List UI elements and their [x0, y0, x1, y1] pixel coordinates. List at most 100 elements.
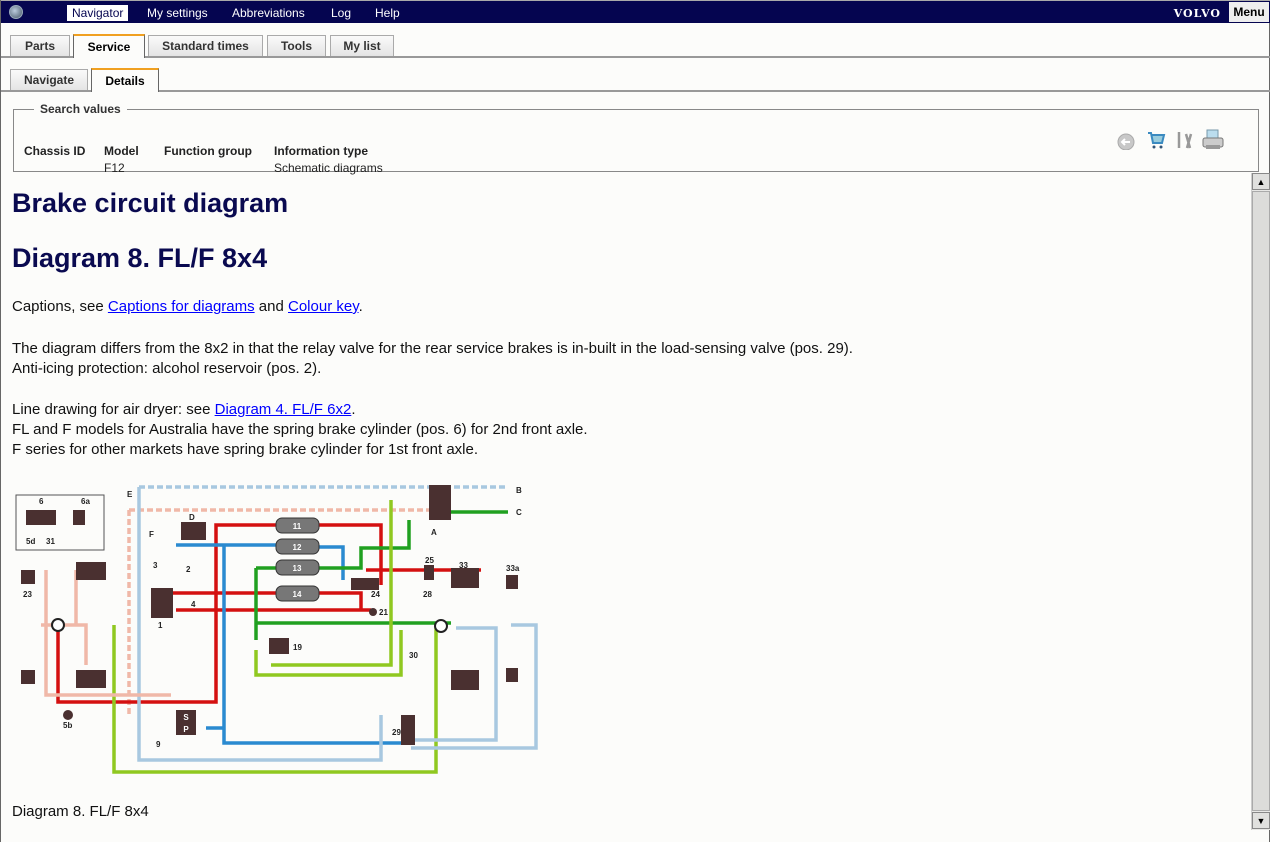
main-tabs: Parts Service Standard times Tools My li… — [1, 23, 1270, 58]
component-19 — [269, 638, 289, 654]
tab-tools[interactable]: Tools — [267, 35, 326, 56]
tab-parts[interactable]: Parts — [10, 35, 70, 56]
top-menu-bar: Navigator My settings Abbreviations Log … — [1, 0, 1270, 23]
label-33: 33 — [459, 561, 468, 570]
valve-31 — [434, 619, 448, 633]
function-group-label: Function group — [164, 144, 252, 158]
para2-prefix: Line drawing for air dryer: see — [12, 401, 215, 418]
label-4: 4 — [191, 600, 196, 609]
menu-help[interactable]: Help — [370, 5, 405, 21]
captions-prefix: Captions, see — [12, 298, 108, 315]
label-14: 14 — [293, 590, 302, 599]
component-1 — [151, 588, 173, 618]
scroll-down-button[interactable]: ▼ — [1252, 812, 1270, 829]
label-B: B — [516, 486, 522, 495]
captions-end: . — [358, 298, 363, 315]
tab-my-list[interactable]: My list — [330, 35, 394, 56]
component-21 — [369, 608, 377, 616]
content-area: Brake circuit diagram Diagram 8. FL/F 8x… — [1, 173, 1250, 842]
component-29 — [401, 715, 415, 745]
volvo-logo: VOLVO — [1173, 7, 1221, 20]
menu-my-settings[interactable]: My settings — [142, 5, 213, 21]
label-E: E — [127, 490, 133, 499]
tab-standard-times[interactable]: Standard times — [148, 35, 263, 56]
component-5b — [63, 710, 73, 720]
cart-icon[interactable] — [1146, 130, 1166, 150]
menu-navigator[interactable]: Navigator — [67, 5, 129, 21]
component-6a-top — [21, 570, 35, 584]
label-A: A — [431, 528, 437, 537]
label-31: 31 — [46, 537, 55, 546]
figure-caption: Diagram 8. FL/F 8x4 — [12, 803, 149, 820]
label-21: 21 — [379, 608, 388, 617]
component-33a-bottom — [506, 668, 518, 682]
label-29: 29 — [392, 728, 401, 737]
label-6a: 6a — [81, 497, 90, 506]
label-3: 3 — [153, 561, 158, 570]
label-2: 2 — [186, 565, 191, 574]
diagram-title: Diagram 8. FL/F 8x4 — [12, 243, 268, 273]
para2-line3: F series for other markets have spring b… — [12, 441, 479, 458]
menu-button[interactable]: Menu — [1229, 2, 1269, 22]
label-19: 19 — [293, 643, 302, 652]
info-paragraph-2: Line drawing for air dryer: see Diagram … — [12, 400, 588, 460]
component-6a-bottom — [21, 670, 35, 684]
para1-line2: Anti-icing protection: alcohol reservoir… — [12, 360, 322, 377]
label-P: P — [183, 725, 189, 734]
information-type-label: Information type — [274, 144, 369, 158]
scroll-thumb[interactable] — [1252, 191, 1270, 811]
component-33-bottom — [451, 670, 479, 690]
captions-link[interactable]: Captions for diagrams — [108, 298, 255, 315]
component-6a-inset — [73, 510, 85, 525]
globe-icon — [9, 5, 23, 19]
component-25 — [424, 565, 434, 580]
line-lightgreen — [112, 500, 438, 774]
colour-key-link[interactable]: Colour key — [288, 298, 359, 315]
info-paragraph-1: The diagram differs from the 8x2 in that… — [12, 339, 853, 379]
label-F: F — [149, 530, 154, 539]
label-23: 23 — [23, 590, 32, 599]
label-S: S — [183, 713, 189, 722]
para2-line1: Line drawing for air dryer: see Diagram … — [12, 400, 588, 420]
label-D: D — [189, 513, 195, 522]
tab-navigate[interactable]: Navigate — [10, 69, 88, 90]
label-6: 6 — [39, 497, 44, 506]
scroll-up-button[interactable]: ▲ — [1252, 173, 1270, 190]
label-5b: 5b — [63, 721, 72, 730]
label-28: 28 — [423, 590, 432, 599]
vertical-scrollbar[interactable]: ▲ ▼ — [1251, 173, 1270, 830]
label-33a: 33a — [506, 564, 520, 573]
tab-service[interactable]: Service — [73, 34, 145, 58]
menu-abbreviations[interactable]: Abbreviations — [227, 5, 310, 21]
component-D — [181, 522, 206, 540]
diagram-4-link[interactable]: Diagram 4. FL/F 6x2 — [215, 401, 352, 418]
para2-line2: FL and F models for Australia have the s… — [12, 421, 588, 438]
label-C: C — [516, 508, 522, 517]
label-24: 24 — [371, 590, 380, 599]
para2-end: . — [351, 401, 356, 418]
printer-icon[interactable] — [1201, 128, 1225, 152]
label-12: 12 — [293, 543, 302, 552]
label-9: 9 — [156, 740, 161, 749]
page-title: Brake circuit diagram — [12, 188, 289, 218]
valve-5d — [51, 618, 65, 632]
label-11: 11 — [293, 522, 302, 531]
component-A — [429, 485, 451, 520]
component-24 — [351, 578, 379, 590]
chassis-id-label: Chassis ID — [24, 144, 86, 158]
tab-details[interactable]: Details — [91, 68, 159, 92]
menu-log[interactable]: Log — [326, 5, 356, 21]
component-33a-top — [506, 575, 518, 589]
component-6-top — [76, 562, 106, 580]
label-30: 30 — [409, 651, 418, 660]
label-13: 13 — [293, 564, 302, 573]
component-6-bottom — [76, 670, 106, 688]
component-33-top — [451, 568, 479, 588]
captions-paragraph: Captions, see Captions for diagrams and … — [12, 297, 363, 317]
brake-circuit-diagram: 11 12 13 14 S P 6 6a 5d 31 23 A B C D E … — [15, 485, 538, 774]
label-1: 1 — [158, 621, 163, 630]
back-icon[interactable] — [1116, 130, 1136, 150]
tools-icon[interactable] — [1174, 130, 1194, 150]
component-6-inset — [26, 510, 56, 525]
captions-and: and — [254, 298, 288, 315]
